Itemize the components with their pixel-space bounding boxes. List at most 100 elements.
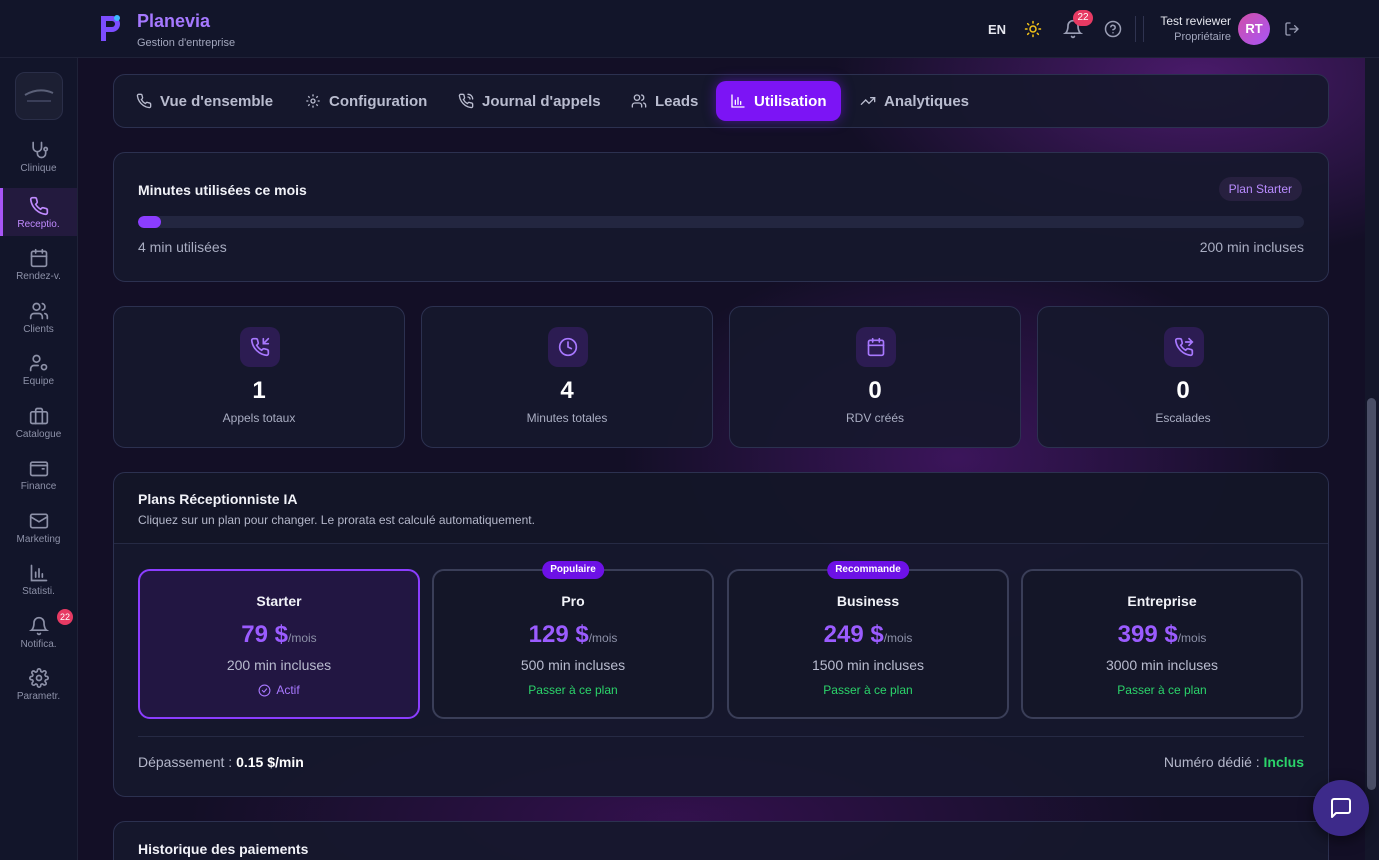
divider bbox=[138, 736, 1304, 737]
plan-name: Entreprise bbox=[1127, 593, 1197, 609]
scrollbar-thumb[interactable] bbox=[1367, 398, 1376, 790]
avatar[interactable]: RT bbox=[1238, 13, 1270, 45]
plan-price: 399 $/mois bbox=[1117, 621, 1207, 648]
overage-info: Dépassement : 0.15 $/min bbox=[138, 754, 304, 770]
sidebar-item-clients[interactable]: Clients bbox=[0, 301, 77, 349]
usage-progress-fill bbox=[138, 216, 162, 228]
tab-analytiques[interactable]: Analytiques bbox=[846, 81, 983, 121]
mail-icon bbox=[29, 513, 48, 529]
sidebar-item-label: Finance bbox=[20, 481, 57, 492]
sidebar-item-notifications[interactable]: Notifica. 22 bbox=[0, 609, 77, 664]
tab-configuration[interactable]: Configuration bbox=[291, 81, 441, 121]
language-switch[interactable]: EN bbox=[988, 22, 1006, 37]
tab-label: Vue d'ensemble bbox=[160, 92, 274, 110]
divider bbox=[1143, 16, 1144, 42]
trending-up-icon bbox=[860, 97, 876, 105]
plan-card-entreprise[interactable]: Entreprise 399 $/mois 3000 min incluses … bbox=[1021, 569, 1303, 719]
notification-badge: 22 bbox=[57, 609, 73, 625]
tab-label: Journal d'appels bbox=[482, 92, 601, 110]
sidebar-item-label: Clients bbox=[23, 324, 54, 335]
sidebar-item-label: Statisti. bbox=[22, 586, 55, 597]
calendar-icon bbox=[856, 327, 896, 367]
chat-button[interactable] bbox=[1313, 780, 1369, 836]
usage-card: Minutes utilisées ce mois Plan Starter 4… bbox=[113, 152, 1329, 282]
switch-plan-link[interactable]: Passer à ce plan bbox=[729, 683, 1007, 697]
plan-name: Business bbox=[836, 593, 900, 609]
sidebar-item-parametres[interactable]: Parametr. bbox=[0, 668, 77, 716]
used-minutes: 4 min utilisées bbox=[138, 239, 227, 255]
plan-card-starter[interactable]: Starter 79 $/mois 200 min incluses Actif bbox=[138, 569, 420, 719]
sidebar-item-equipe[interactable]: Equipe bbox=[0, 353, 77, 401]
sidebar-item-label: Rendez-v. bbox=[16, 271, 61, 282]
sidebar-item-rendez-vous[interactable]: Rendez-v. bbox=[0, 248, 77, 296]
sidebar-item-catalogue[interactable]: Catalogue bbox=[0, 406, 77, 454]
stat-value: 4 bbox=[560, 377, 574, 404]
sidebar-item-marketing[interactable]: Marketing bbox=[0, 511, 77, 559]
briefcase-icon bbox=[29, 407, 48, 425]
sidebar-item-statistiques[interactable]: Statisti. bbox=[0, 563, 77, 611]
tab-label: Leads bbox=[655, 92, 699, 110]
sun-icon[interactable] bbox=[1024, 20, 1042, 38]
plans-title: Plans Réceptionniste IA bbox=[138, 491, 298, 507]
users-icon bbox=[29, 302, 48, 320]
tab-vue-ensemble[interactable]: Vue d'ensemble bbox=[122, 81, 287, 121]
tab-label: Configuration bbox=[329, 92, 428, 110]
planevia-logo-icon[interactable] bbox=[96, 12, 124, 44]
user-role: Propriétaire bbox=[1174, 31, 1231, 43]
wallet-icon bbox=[29, 461, 48, 477]
tab-bar: Vue d'ensemble Configuration Journal d'a… bbox=[113, 74, 1329, 128]
stat-label: Appels totaux bbox=[222, 411, 296, 425]
check-circle-icon bbox=[258, 684, 271, 696]
brand-subtitle: Gestion d'entreprise bbox=[137, 37, 236, 49]
tab-leads[interactable]: Leads bbox=[617, 81, 712, 121]
plan-minutes: 500 min incluses bbox=[520, 657, 626, 673]
plan-badge: Plan Starter bbox=[1218, 177, 1302, 201]
divider bbox=[1135, 16, 1136, 42]
plan-name: Starter bbox=[256, 593, 302, 609]
plan-badge: Recommande bbox=[827, 561, 909, 579]
plan-name: Pro bbox=[561, 593, 585, 609]
brand-name: Planevia bbox=[137, 11, 211, 31]
bar-chart-icon bbox=[30, 564, 47, 582]
gear-icon bbox=[28, 668, 49, 688]
gear-icon bbox=[306, 94, 320, 108]
sidebar-item-clinique[interactable]: Clinique bbox=[0, 140, 77, 188]
logout-icon[interactable] bbox=[1284, 21, 1300, 37]
help-icon[interactable] bbox=[1104, 20, 1122, 38]
stat-value: 0 bbox=[1176, 377, 1190, 404]
switch-plan-link[interactable]: Passer à ce plan bbox=[1023, 683, 1301, 697]
notification-badge: 22 bbox=[1073, 10, 1093, 26]
user-name[interactable]: Test reviewer bbox=[1153, 14, 1231, 28]
sidebar-item-label: Notifica. bbox=[20, 639, 57, 650]
calendar-icon bbox=[30, 248, 47, 268]
phone-forward-icon bbox=[1164, 327, 1204, 367]
tab-utilisation[interactable]: Utilisation bbox=[716, 81, 841, 121]
clock-icon bbox=[548, 327, 588, 367]
sidebar-item-label: Marketing bbox=[16, 534, 61, 545]
usage-progress-bar bbox=[138, 216, 1304, 228]
phone-incoming-icon bbox=[240, 327, 280, 367]
phone-icon bbox=[136, 93, 152, 109]
payment-history-title: Historique des paiements bbox=[138, 841, 309, 857]
workspace-logo[interactable] bbox=[15, 72, 63, 120]
stat-label: Minutes totales bbox=[526, 411, 608, 425]
dedicated-number-info: Numéro dédié : Inclus bbox=[1163, 754, 1304, 770]
tab-label: Utilisation bbox=[754, 92, 827, 110]
plan-price: 249 $/mois bbox=[823, 621, 913, 648]
stat-label: RDV créés bbox=[845, 411, 904, 425]
stethoscope-icon bbox=[31, 141, 48, 159]
sidebar-item-receptio[interactable]: Receptio. bbox=[0, 188, 77, 236]
sidebar-item-label: Receptio. bbox=[17, 219, 60, 230]
plan-card-business[interactable]: Recommande Business 249 $/mois 1500 min … bbox=[727, 561, 1009, 719]
chat-icon bbox=[1331, 798, 1351, 818]
tab-journal-appels[interactable]: Journal d'appels bbox=[444, 81, 615, 121]
sidebar-item-finance[interactable]: Finance bbox=[0, 458, 77, 506]
stat-label: Escalades bbox=[1155, 411, 1211, 425]
tab-label: Analytiques bbox=[884, 92, 970, 110]
plan-price: 79 $/mois bbox=[241, 621, 317, 648]
plan-card-pro[interactable]: Populaire Pro 129 $/mois 500 min incluse… bbox=[432, 561, 714, 719]
switch-plan-link[interactable]: Passer à ce plan bbox=[434, 683, 712, 697]
bell-icon bbox=[28, 616, 49, 636]
plan-price: 129 $/mois bbox=[528, 621, 618, 648]
included-minutes: 200 min incluses bbox=[1199, 239, 1304, 255]
